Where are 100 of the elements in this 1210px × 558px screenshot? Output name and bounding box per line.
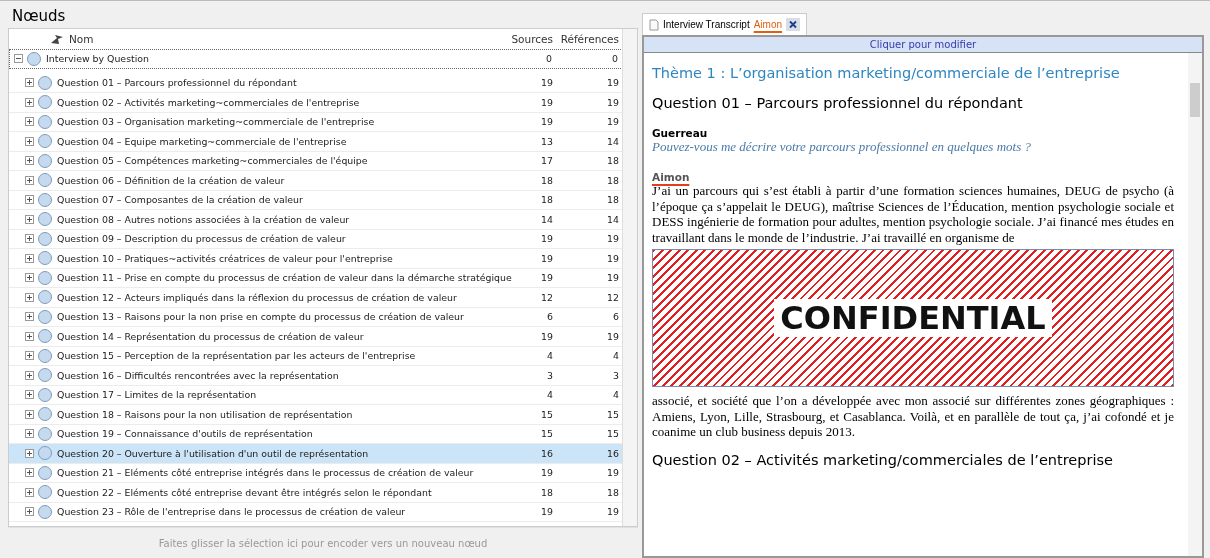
tree-row[interactable]: Question 07 – Composantes de la création de valeur 18 18: [9, 190, 623, 210]
expand-icon[interactable]: [25, 78, 34, 88]
tree-row[interactable]: Question 16 – Difficultés rencontrées avec la représentation 3 3: [9, 366, 623, 386]
expand-icon[interactable]: [25, 429, 34, 439]
sources-count: 4: [546, 389, 554, 401]
expand-icon[interactable]: [25, 331, 34, 341]
sources-count: 6: [546, 311, 554, 323]
document-icon: [649, 18, 659, 31]
node-icon: [38, 75, 52, 90]
tree-row[interactable]: Question 12 – Acteurs impliqués dans la réflexion du processus de création de valeur 12 12: [9, 288, 623, 308]
tree-row[interactable]: Question 10 – Pratiques~activités créatrices de valeur pour l'entreprise 19 19: [9, 249, 623, 269]
tree-row[interactable]: Question 14 – Représentation du processus de création de valeur 19 19: [9, 327, 623, 347]
node-icon: [38, 348, 52, 363]
references-count: 0: [611, 53, 619, 65]
tree-row[interactable]: Question 21 – Eléments côté entreprise intégrés dans le processus de création de valeur 19 19: [9, 463, 623, 483]
expand-icon[interactable]: [25, 448, 34, 458]
tree-row[interactable]: Question 08 – Autres notions associées à la création de valeur 14 14: [9, 210, 623, 230]
tree-row[interactable]: Question 17 – Limites de la représentation 4 4: [9, 385, 623, 405]
tree-row[interactable]: Question 11 – Prise en compte du processus de création de valeur dans la démarche stratégique 19 19: [9, 268, 623, 288]
sources-count: 14: [540, 213, 554, 225]
expand-icon[interactable]: [25, 409, 34, 419]
expand-icon[interactable]: [25, 253, 34, 263]
node-name: Question 16 – Difficultés rencontrées avec la représentation: [57, 369, 339, 381]
references-count: 15: [606, 408, 620, 420]
sources-count: 19: [540, 77, 554, 89]
expand-icon[interactable]: [25, 117, 34, 127]
node-name: Question 12 – Acteurs impliqués dans la réflexion du processus de création de valeur: [57, 291, 457, 303]
references-count: 19: [606, 233, 620, 245]
expand-icon[interactable]: [25, 214, 34, 224]
column-header[interactable]: Nom: [69, 33, 94, 45]
answer-paragraph: associé, et société que l’on a développée avec mon associé sur différentes zones géographiques : Amiens, Lyon, Lille, Strasbourg, et Casablanca. Voilà, et en parallèle de tout ça, j’ai cofondé et je coanime un club business depuis 2013.: [652, 393, 1174, 440]
expand-icon[interactable]: [25, 156, 34, 166]
tree-row[interactable]: Question 03 – Organisation marketing~commerciale de l'entreprise 19 19: [9, 112, 623, 132]
expand-icon[interactable]: [25, 175, 34, 185]
sources-count: 18: [540, 486, 554, 498]
expand-icon[interactable]: [25, 312, 34, 322]
references-count: 14: [606, 135, 620, 147]
document-tab[interactable]: Interview Transcript Aimon: [642, 13, 808, 35]
expand-icon[interactable]: [25, 195, 34, 205]
sources-count: 3: [546, 369, 554, 381]
expand-icon[interactable]: [25, 292, 34, 302]
tree-row[interactable]: Question 04 – Equipe marketing~commerciale de l'entreprise 13 14: [9, 132, 623, 152]
references-count: 18: [606, 486, 620, 498]
scrollbar[interactable]: [1188, 53, 1202, 556]
expand-icon[interactable]: [25, 234, 34, 244]
sources-count: 19: [540, 116, 554, 128]
node-icon: [38, 407, 52, 422]
node-icon: [38, 290, 52, 305]
node-icon: [38, 173, 52, 188]
tree-row[interactable]: Question 01 – Parcours professionnel du répondant 19 19: [9, 73, 623, 93]
expand-icon[interactable]: [25, 136, 34, 146]
column-header[interactable]: Références: [559, 33, 623, 45]
tree-row[interactable]: Question 05 – Compétences marketing~commerciales de l'équipe 17 18: [9, 151, 623, 171]
references-count: 19: [606, 252, 620, 264]
tree-row[interactable]: Question 23 – Rôle de l'entreprise dans le processus de création de valeur 19 19: [9, 502, 623, 522]
node-icon: [38, 387, 52, 402]
node-name: Question 07 – Composantes de la création de valeur: [57, 194, 303, 206]
scrollbar[interactable]: [622, 29, 637, 526]
node-name: Question 06 – Définition de la création de valeur: [57, 174, 285, 186]
node-icon: [38, 134, 52, 149]
sources-count: 19: [540, 252, 554, 264]
expand-icon[interactable]: [25, 273, 34, 283]
expand-icon[interactable]: [25, 468, 34, 478]
speaker-name: Aimon: [652, 171, 690, 183]
tree-row[interactable]: Question 20 – Ouverture à l'utilisation d'un outil de représentation 16 16: [9, 444, 623, 464]
node-name: Question 04 – Equipe marketing~commerciale de l'entreprise: [57, 135, 347, 147]
tree-row[interactable]: Question 13 – Raisons pour la non prise en compte du processus de création de valeur 6 6: [9, 307, 623, 327]
expand-icon[interactable]: [25, 487, 34, 497]
answer-paragraph: J’ai un parcours qui s’est établi à partir d’une formation sciences humaines, DEUG de psycho (à l’époque ça s’appelait le DEUG), maîtrise Sciences de l’Éducation, mention psychologie sociale et DESS ingénierie de formation pour adultes, mention psychologie sociale. J’ai financé mes études en travaillant dans le monde de l’industrie. J’ai travaillé en organisme de: [652, 183, 1174, 245]
node-name: Question 03 – Organisation marketing~commerciale de l'entreprise: [57, 116, 375, 128]
tree-row[interactable]: Question 09 – Description du processus de création de valeur 19 19: [9, 229, 623, 249]
collapse-icon[interactable]: [14, 54, 23, 64]
references-count: 19: [606, 116, 620, 128]
sources-count: 19: [540, 272, 554, 284]
node-icon: [38, 212, 52, 227]
column-header[interactable]: Sources: [511, 33, 559, 45]
expand-icon[interactable]: [25, 390, 34, 400]
references-count: 19: [606, 506, 620, 518]
tree-row[interactable]: Interview by Question 0 0: [9, 49, 623, 69]
expand-icon[interactable]: [25, 351, 34, 361]
expand-icon[interactable]: [25, 97, 34, 107]
node-name: Question 10 – Pratiques~activités créatrices de valeur pour l'entreprise: [57, 252, 393, 264]
expand-icon[interactable]: [25, 370, 34, 380]
node-name: Question 17 – Limites de la représentation: [57, 389, 257, 401]
tree-row[interactable]: Question 22 – Eléments côté entreprise devant être intégrés selon le répondant 18 18: [9, 483, 623, 503]
question-heading: Question 01 – Parcours professionnel du répondant: [652, 95, 1024, 111]
tree-row[interactable]: Question 15 – Perception de la représentation par les acteurs de l'entreprise 4 4: [9, 346, 623, 366]
tree-row[interactable]: Question 02 – Activités marketing~commerciales de l'entreprise 19 19: [9, 93, 623, 113]
node-name: Question 15 – Perception de la représentation par les acteurs de l'entreprise: [57, 350, 416, 362]
tree-row[interactable]: Question 06 – Définition de la création de valeur 18 18: [9, 171, 623, 191]
expand-icon[interactable]: [25, 507, 34, 517]
references-count: 19: [606, 96, 620, 108]
node-name: Question 14 – Représentation du processus de création de valeur: [57, 330, 364, 342]
edit-bar[interactable]: Cliquer pour modifier: [644, 37, 1202, 53]
node-icon: [38, 192, 52, 207]
node-name: Question 01 – Parcours professionnel du répondant: [57, 77, 297, 89]
references-count: 19: [606, 272, 620, 284]
sources-count: 19: [540, 233, 554, 245]
pin-icon[interactable]: [49, 33, 65, 45]
tree-row[interactable]: Question 18 – Raisons pour la non utilisation de représentation 15 15: [9, 405, 623, 425]
